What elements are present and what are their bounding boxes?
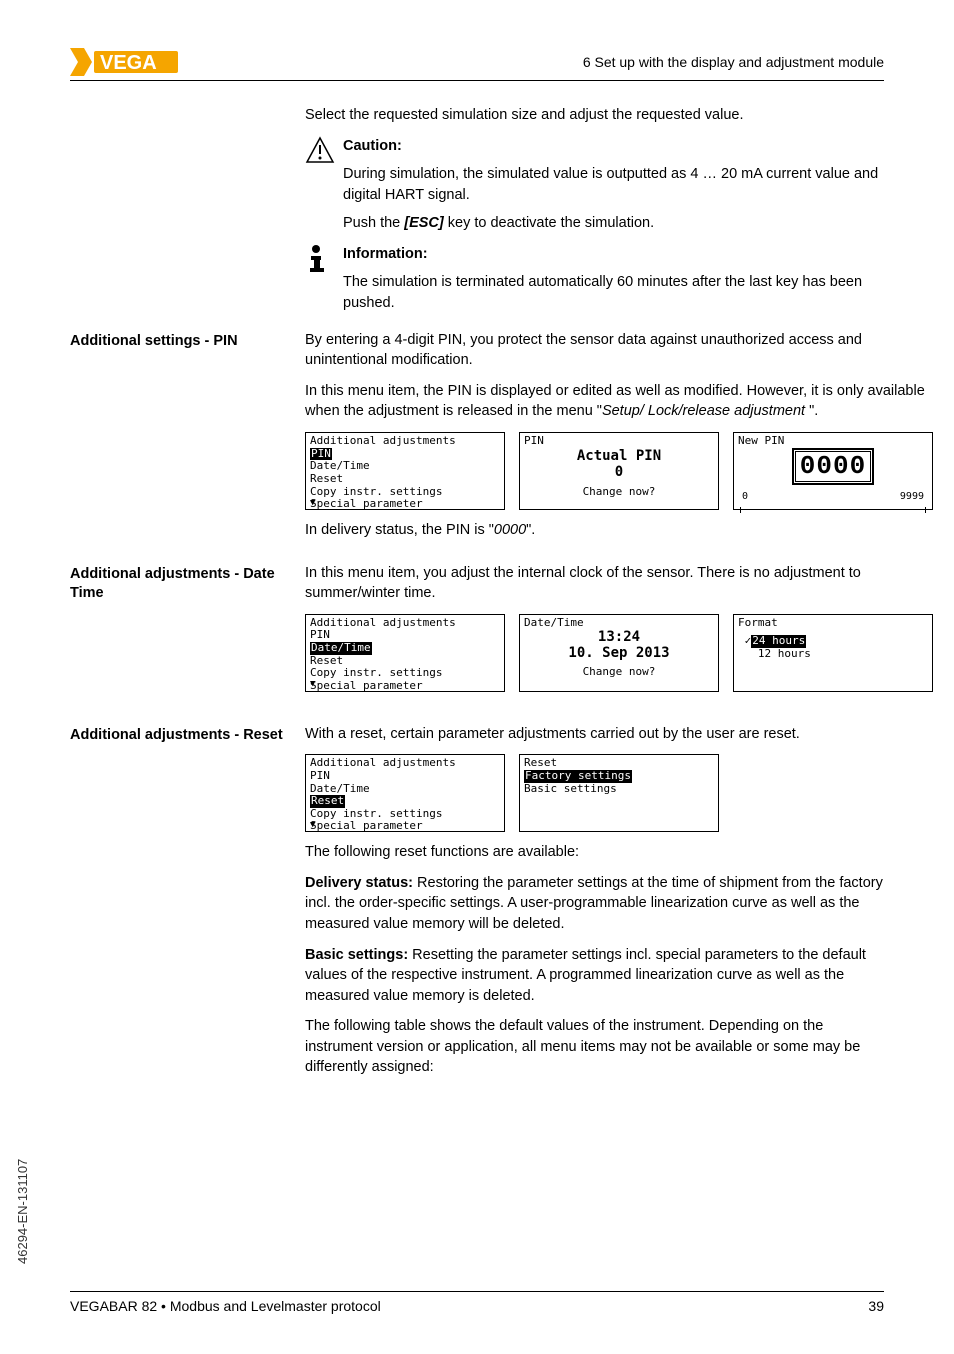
caret-down-icon: ▼ xyxy=(310,679,315,689)
caution-icon xyxy=(305,136,343,164)
lcd-dt-format: Format ✓24 hours 12 hours xyxy=(733,614,933,692)
slider-icon xyxy=(740,509,926,515)
footer-left: VEGABAR 82 • Modbus and Levelmaster prot… xyxy=(70,1298,381,1314)
header-section-title: 6 Set up with the display and adjustment… xyxy=(583,54,884,70)
lcd-pin-menu: Additional adjustments PIN Date/Time Res… xyxy=(305,432,505,510)
caution-body: During simulation, the simulated value i… xyxy=(343,164,884,205)
pin-p2: In this menu item, the PIN is displayed … xyxy=(305,381,933,422)
info-title: Information: xyxy=(343,244,884,265)
reset-p5: The following table shows the default va… xyxy=(305,1016,884,1078)
datetime-p1: In this menu item, you adjust the intern… xyxy=(305,563,933,604)
lcd-reset-menu: Additional adjustments PIN Date/Time Res… xyxy=(305,754,505,832)
vega-logo: VEGA xyxy=(70,48,180,76)
page-header: VEGA 6 Set up with the display and adjus… xyxy=(70,48,884,81)
reset-p3: Delivery status: Restoring the parameter… xyxy=(305,873,884,935)
reset-p2: The following reset functions are availa… xyxy=(305,842,884,863)
lcd-dt-menu: Additional adjustments PIN Date/Time Res… xyxy=(305,614,505,692)
lcd-dt-value: Date/Time 13:24 10. Sep 2013 Change now? xyxy=(519,614,719,692)
pin-delivery: In delivery status, the PIN is "0000". xyxy=(305,520,933,541)
caution-title: Caution: xyxy=(343,136,884,157)
svg-text:VEGA: VEGA xyxy=(100,52,157,74)
heading-reset: Additional adjustments - Reset xyxy=(70,724,305,746)
pin-p1: By entering a 4-digit PIN, you protect t… xyxy=(305,330,933,371)
intro-text: Select the requested simulation size and… xyxy=(305,105,884,126)
caret-down-icon: ▼ xyxy=(310,498,315,508)
info-icon xyxy=(305,244,343,274)
heading-datetime: Additional adjustments - Date Time xyxy=(70,563,305,604)
page-footer: VEGABAR 82 • Modbus and Levelmaster prot… xyxy=(70,1291,884,1314)
lcd-pin-actual: PIN Actual PIN 0 Change now? xyxy=(519,432,719,510)
datetime-lcd-row: Additional adjustments PIN Date/Time Res… xyxy=(305,614,933,692)
info-body: The simulation is terminated automatical… xyxy=(343,272,884,313)
reset-p1: With a reset, certain parameter adjustme… xyxy=(305,724,884,745)
lcd-reset-opts: Reset Factory settings Basic settings xyxy=(519,754,719,832)
reset-p4: Basic settings: Resetting the parameter … xyxy=(305,945,884,1007)
doc-id-vertical: 46294-EN-131107 xyxy=(15,1159,30,1264)
pin-lcd-row: Additional adjustments PIN Date/Time Res… xyxy=(305,432,933,510)
lcd-new-pin: New PIN 0000 0 9999 xyxy=(733,432,933,510)
caution-after: Push the [ESC] key to deactivate the sim… xyxy=(343,213,884,234)
reset-lcd-row: Additional adjustments PIN Date/Time Res… xyxy=(305,754,884,832)
footer-page-number: 39 xyxy=(868,1298,884,1314)
heading-pin: Additional settings - PIN xyxy=(70,330,305,352)
caret-down-icon: ▼ xyxy=(310,820,315,830)
